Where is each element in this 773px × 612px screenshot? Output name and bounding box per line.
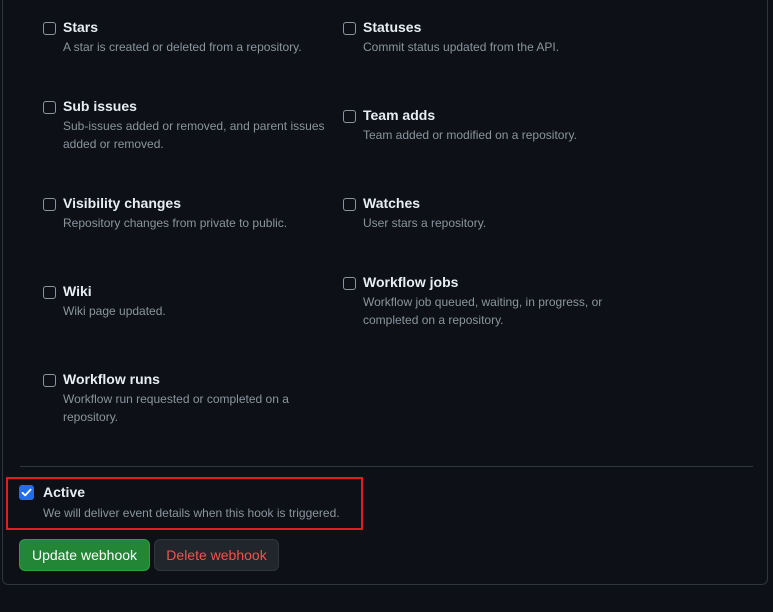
event-description: Sub-issues added or removed, and parent … — [63, 119, 325, 151]
event-description: A star is created or deleted from a repo… — [63, 40, 302, 54]
stars-checkbox[interactable] — [43, 22, 56, 35]
watches-checkbox[interactable] — [343, 198, 356, 211]
sub-issues-checkbox[interactable] — [43, 101, 56, 114]
workflow-runs-checkbox[interactable] — [43, 374, 56, 387]
update-webhook-button[interactable]: Update webhook — [19, 539, 150, 571]
event-description: Team added or modified on a repository. — [363, 128, 577, 142]
event-description: Commit status updated from the API. — [363, 40, 560, 54]
event-title: Sub issues — [63, 98, 137, 114]
statuses-checkbox[interactable] — [343, 22, 356, 35]
event-title: Stars — [63, 19, 99, 35]
active-description: We will deliver event details when this … — [43, 506, 340, 520]
event-title: Workflow jobs — [363, 274, 459, 290]
checkmark-icon — [21, 488, 32, 497]
active-checkbox[interactable] — [19, 485, 34, 500]
workflow-jobs-checkbox[interactable] — [343, 277, 356, 290]
event-title: Statuses — [363, 19, 422, 35]
event-title: Visibility changes — [63, 195, 182, 211]
wiki-checkbox[interactable] — [43, 286, 56, 299]
event-title: Team adds — [363, 107, 436, 123]
event-description: Workflow run requested or completed on a… — [63, 392, 289, 424]
section-divider — [20, 466, 753, 467]
team-adds-checkbox[interactable] — [343, 110, 356, 123]
event-title: Wiki — [63, 283, 92, 299]
event-title: Watches — [363, 195, 421, 211]
active-title: Active — [43, 484, 86, 500]
event-description: Workflow job queued, waiting, in progres… — [363, 295, 603, 327]
event-description: User stars a repository. — [363, 216, 487, 230]
delete-webhook-button[interactable]: Delete webhook — [154, 539, 279, 571]
event-description: Repository changes from private to publi… — [63, 216, 288, 230]
event-title: Workflow runs — [63, 371, 160, 387]
event-description: Wiki page updated. — [63, 304, 166, 318]
visibility-changes-checkbox[interactable] — [43, 198, 56, 211]
